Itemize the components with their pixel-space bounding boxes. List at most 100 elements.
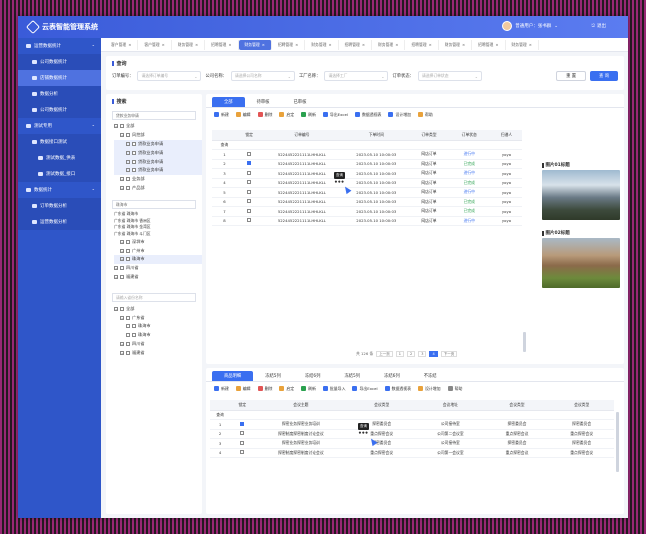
lock-cell[interactable] <box>236 187 262 198</box>
toolbar-button[interactable]: 启定 <box>279 386 294 392</box>
column-header[interactable]: 会议主题 <box>254 400 348 411</box>
tree-node[interactable]: − 业务部 <box>114 175 202 184</box>
row-checkbox[interactable] <box>247 180 252 185</box>
tab-item[interactable]: 财务管理 × <box>506 39 539 50</box>
page-number[interactable]: 1 <box>395 351 404 357</box>
column-header[interactable]: 归谱人 <box>490 130 522 141</box>
toolbar-button[interactable]: 删除 <box>257 112 272 118</box>
filter-cell[interactable] <box>490 140 522 150</box>
checkbox[interactable] <box>132 159 136 164</box>
toolbar-button[interactable]: 设计增加 <box>418 386 441 392</box>
lock-cell[interactable] <box>230 429 255 439</box>
query-field-input[interactable]: 请选择订单编号 ⌄ <box>137 71 202 81</box>
checkbox[interactable] <box>126 239 130 244</box>
column-header[interactable]: 下单时间 <box>342 130 411 141</box>
expand-icon[interactable]: − <box>120 239 124 244</box>
expand-icon[interactable] <box>126 324 130 329</box>
close-icon[interactable]: × <box>295 42 298 47</box>
toolbar-button[interactable]: 数据透视表 <box>384 386 411 392</box>
expand-icon[interactable]: − <box>114 266 118 271</box>
checkbox[interactable] <box>126 257 130 262</box>
close-icon[interactable]: × <box>262 42 265 47</box>
tab-item[interactable]: 招聘管理 × <box>472 39 506 50</box>
close-icon[interactable]: × <box>328 42 331 47</box>
lock-cell[interactable] <box>230 448 255 458</box>
sidebar-item[interactable]: 数据统计 ⌃ <box>18 182 101 198</box>
filter-cell[interactable] <box>447 140 491 150</box>
lock-cell[interactable] <box>236 149 262 160</box>
expand-icon[interactable] <box>126 141 130 146</box>
toolbar-button[interactable]: 编辑 <box>235 112 251 118</box>
query-button[interactable]: 查 询 <box>590 71 618 81</box>
tab-item[interactable]: 财务管理 × <box>172 39 206 50</box>
tree-node[interactable]: − 四川省 <box>114 264 202 273</box>
subtab[interactable]: 冻结5列 <box>332 371 372 381</box>
checkbox[interactable] <box>126 177 130 182</box>
expand-icon[interactable] <box>126 150 130 155</box>
grid-scrollbar[interactable] <box>523 332 526 352</box>
table-row[interactable]: 8 5224452221111LHHLKLL 2023.05.10 10:00:03… <box>212 216 522 226</box>
filter-cell[interactable] <box>347 410 417 420</box>
tree-node[interactable]: 贷款业务申请 <box>114 165 202 175</box>
toolbar-button[interactable]: 刷新 <box>301 112 316 118</box>
column-header[interactable]: 会议地址 <box>416 400 485 411</box>
tree-node[interactable]: − 全部 <box>114 122 202 131</box>
column-header[interactable] <box>210 400 231 411</box>
row-checkbox[interactable] <box>247 161 252 166</box>
subtab[interactable]: 不冻结 <box>412 371 449 381</box>
filter-cell[interactable] <box>410 140 448 150</box>
province-search-input[interactable]: 请输入省份名称 <box>112 293 196 303</box>
sidebar-item[interactable]: 公司数据统计 <box>18 54 101 70</box>
sidebar-item[interactable]: 订单数据分析 <box>18 198 101 214</box>
tree-node[interactable]: 贷款业务申请 <box>114 148 202 158</box>
checkbox[interactable] <box>132 141 136 146</box>
subtab[interactable]: 全部 <box>212 97 245 107</box>
expand-icon[interactable]: − <box>114 274 118 279</box>
filter-cell[interactable] <box>254 410 348 420</box>
close-icon[interactable]: × <box>128 42 131 47</box>
city-search-input[interactable]: 珠海市 <box>112 200 196 210</box>
row-checkbox[interactable] <box>247 189 252 194</box>
lock-cell[interactable] <box>236 197 262 207</box>
page-number[interactable]: 4 <box>429 351 438 357</box>
subtab[interactable]: 冻结6列 <box>293 371 333 381</box>
checkbox[interactable] <box>126 350 130 355</box>
row-checkbox[interactable] <box>240 440 245 445</box>
more-icon[interactable]: ••• <box>334 179 345 186</box>
tree-node[interactable]: − 广州市 <box>114 246 202 255</box>
subtab[interactable]: 商品明细 <box>212 371 254 381</box>
toolbar-button[interactable]: 刷新 <box>301 386 316 392</box>
filter-cell[interactable] <box>416 410 485 420</box>
table-row[interactable]: 4 探密制度探密制度讨论会议 重点探密会议 公司第一会议室 重点探密会议 重点探密会议 <box>210 448 614 458</box>
filter-cell[interactable] <box>236 140 262 150</box>
subtab[interactable]: 待审核 <box>245 97 282 107</box>
tree-node[interactable]: 贷款业务申请 <box>114 139 202 149</box>
row-checkbox[interactable] <box>247 151 252 156</box>
expand-icon[interactable]: − <box>120 341 124 346</box>
checkbox[interactable] <box>126 133 130 138</box>
sidebar-item[interactable]: 测试数据_供表 <box>18 150 101 166</box>
detail-scrollbar[interactable] <box>616 412 619 472</box>
close-icon[interactable]: × <box>495 42 498 47</box>
expand-icon[interactable]: − <box>114 306 118 311</box>
logout-button[interactable]: ⎋ 退出 <box>591 23 606 29</box>
close-icon[interactable]: × <box>395 42 398 47</box>
tab-item[interactable]: 财务管理 × <box>238 39 272 50</box>
expand-icon[interactable]: − <box>120 185 124 190</box>
toolbar-button[interactable]: 导出Excel <box>322 112 348 118</box>
lock-cell[interactable] <box>236 178 262 188</box>
toolbar-button[interactable]: 帮助 <box>418 112 433 118</box>
tree-node[interactable]: − 深圳市 <box>114 237 202 246</box>
tab-item[interactable]: 招聘管理 × <box>272 39 306 50</box>
expand-icon[interactable] <box>126 159 130 164</box>
close-icon[interactable]: × <box>462 42 465 47</box>
close-icon[interactable]: × <box>162 42 165 47</box>
expand-icon[interactable] <box>126 333 130 338</box>
sidebar-item[interactable]: 运营数据分析 <box>18 214 101 230</box>
checkbox[interactable] <box>126 341 130 346</box>
expand-icon[interactable]: − <box>120 133 124 138</box>
close-icon[interactable]: × <box>195 42 198 47</box>
row-checkbox[interactable] <box>240 431 245 436</box>
tree-node[interactable]: − 全部 <box>114 304 202 313</box>
tree-node[interactable]: 贷款业务申请 <box>114 157 202 166</box>
